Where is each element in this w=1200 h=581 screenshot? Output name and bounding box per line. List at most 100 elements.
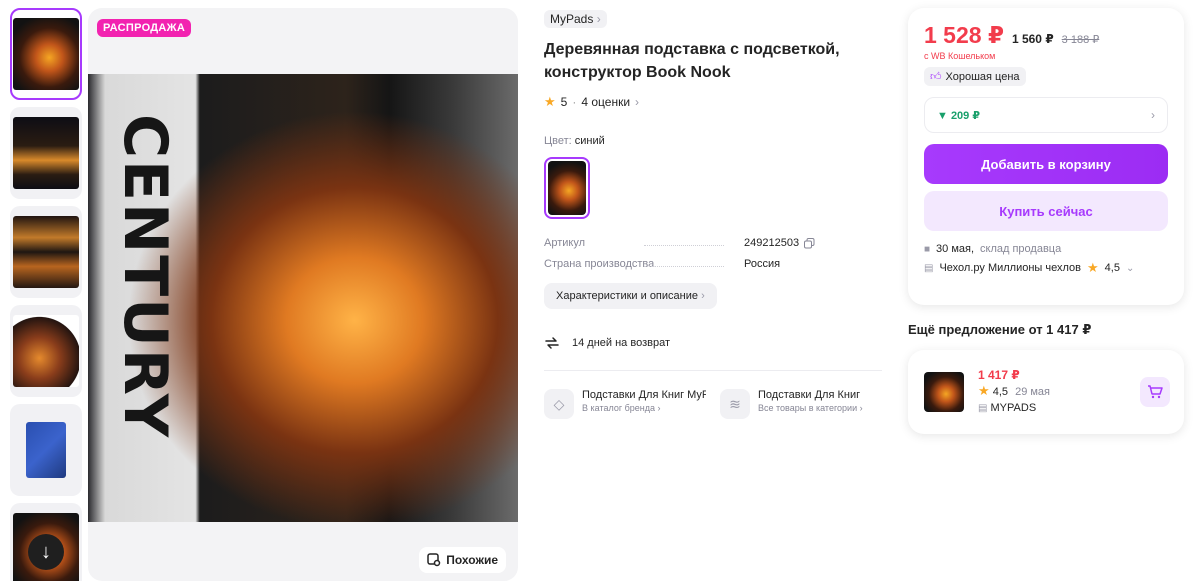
offer-seller: ▤ MYPADS	[978, 400, 1126, 417]
price-card: 1 528 ₽ 1 560 ₽ 3 188 ₽ с WB Кошельком 👍…	[908, 8, 1184, 305]
spec-value: 249212503	[744, 237, 815, 249]
layers-icon: ≋	[720, 389, 750, 419]
star-icon: ★	[978, 383, 990, 398]
chevron-right-icon: ›	[635, 95, 640, 109]
cart-icon	[1148, 385, 1163, 399]
separator-dot: ·	[572, 95, 577, 109]
brand-catalog-link[interactable]: ◇ Подставки Для Книг MyPads В каталог бр…	[544, 389, 706, 419]
buy-now-button[interactable]: Купить сейчас	[924, 191, 1168, 231]
old-price: 3 188 ₽	[1061, 34, 1100, 46]
thumbnail-image	[13, 216, 79, 288]
offer-add-to-cart-button[interactable]	[1140, 377, 1170, 407]
arrow-down-icon: ↓	[41, 540, 51, 563]
delivery-source: склад продавца	[980, 243, 1062, 255]
good-price-label: Хорошая цена	[945, 70, 1020, 83]
delivery-date: 30 мая,	[936, 243, 975, 255]
shop-icon: ▤	[924, 262, 934, 274]
product-info: MyPads › Деревянная подставка с подсветк…	[544, 10, 884, 419]
offer-seller-name: MYPADS	[990, 402, 1037, 414]
thumbs-up-icon: 👍︎	[930, 71, 942, 83]
offer-rating: 4,5	[992, 386, 1009, 398]
thumbnail-image	[26, 422, 66, 478]
other-offer-card[interactable]: 1 417 ₽ ★ 4,5 29 мая ▤ MYPADS	[908, 350, 1184, 434]
category-sub: Все товары в категории ›	[758, 403, 863, 413]
box-icon: ■	[924, 243, 931, 255]
category-name: Подставки Для Книг	[758, 389, 861, 401]
seller-info[interactable]: ▤ Чехол.ру Миллионы чехлов ★ 4,5 ⌄	[924, 260, 1168, 276]
spec-key: Артикул	[544, 237, 586, 249]
rating-row[interactable]: ★ 5 · 4 оценки ›	[544, 94, 884, 110]
other-offer-title: Ещё предложение от 1 417 ₽	[908, 322, 1092, 337]
good-price-badge: 👍︎ Хорошая цена	[924, 67, 1026, 86]
brand-link[interactable]: MyPads ›	[544, 10, 607, 28]
cashback-row[interactable]: ▼ 209 ₽ ›	[924, 97, 1168, 133]
star-icon: ★	[1087, 260, 1099, 275]
thumbnail-1[interactable]	[10, 8, 82, 100]
brand-name: MyPads	[550, 12, 594, 26]
offer-thumbnail	[924, 372, 964, 412]
regular-price: 1 560 ₽	[1011, 32, 1054, 46]
scroll-down-button[interactable]: ↓	[28, 534, 64, 570]
shop-icon: ▤	[978, 403, 988, 414]
thumbnail-image	[13, 315, 79, 387]
add-to-cart-button[interactable]: Добавить в корзину	[924, 144, 1168, 184]
divider	[544, 370, 882, 371]
spec-leader	[644, 245, 724, 246]
spec-leader	[644, 266, 724, 267]
main-product-image[interactable]: CENTURY РАСПРОДАЖА Похожие	[88, 8, 518, 581]
wallet-note: с WB Кошельком	[924, 51, 996, 61]
similar-button[interactable]: Похожие	[419, 547, 506, 573]
rating-value: 5	[560, 95, 568, 109]
offer-date: 29 мая	[1015, 386, 1051, 398]
category-link[interactable]: ≋ Подставки Для Книг Все товары в катего…	[720, 389, 882, 419]
book-spine-text: CENTURY	[110, 114, 180, 440]
similar-label: Похожие	[446, 553, 498, 567]
color-label-row: Цвет: синий	[544, 135, 884, 147]
sale-badge: РАСПРОДАЖА	[97, 19, 192, 37]
offer-info: 1 417 ₽ ★ 4,5 29 мая ▤ MYPADS	[978, 367, 1126, 417]
category-sub: В каталог бренда ›	[582, 403, 661, 413]
offer-price: 1 417 ₽	[978, 368, 1020, 382]
spec-key: Страна производства	[544, 258, 655, 270]
thumbnail-5[interactable]	[10, 404, 82, 496]
category-name: Подставки Для Книг MyPads	[582, 389, 706, 401]
tag-icon: ◇	[544, 389, 574, 419]
copy-icon[interactable]	[804, 237, 815, 249]
return-policy[interactable]: 14 дней на возврат	[544, 335, 884, 351]
thumbnail-image	[13, 117, 79, 189]
characteristics-button[interactable]: Характеристики и описание ›	[544, 283, 717, 309]
price-row: 1 528 ₽ 1 560 ₽ 3 188 ₽	[924, 22, 1168, 49]
chevron-right-icon: ›	[1151, 108, 1155, 122]
star-icon: ★	[544, 94, 556, 109]
search-image-icon	[427, 553, 441, 567]
color-option-image	[548, 161, 586, 215]
spec-row: Артикул 249212503	[544, 237, 884, 249]
reviews-count: 4 оценки	[581, 95, 631, 109]
category-links: ◇ Подставки Для Книг MyPads В каталог бр…	[544, 389, 884, 419]
product-photo: CENTURY	[88, 74, 518, 522]
seller-rating: 4,5	[1104, 262, 1120, 274]
thumbnail-4[interactable]	[10, 305, 82, 397]
offer-meta: ★ 4,5 29 мая	[978, 383, 1126, 400]
return-policy-label: 14 дней на возврат	[572, 337, 670, 349]
spec-value: Россия	[744, 258, 781, 270]
spec-row: Страна производства Россия	[544, 258, 884, 270]
return-arrows-icon	[545, 337, 559, 349]
thumbnail-image	[13, 18, 79, 90]
chevron-right-icon: ›	[596, 12, 601, 26]
chevron-down-icon: ⌄	[1125, 262, 1135, 274]
characteristics-label: Характеристики и описание	[556, 290, 698, 302]
thumbnail-list	[10, 8, 82, 581]
color-option[interactable]	[544, 157, 590, 219]
product-title: Деревянная подставка с подсветкой, конст…	[544, 41, 840, 81]
article-number: 249212503	[744, 237, 800, 249]
chevron-right-icon: ›	[701, 290, 705, 302]
wallet-price: 1 528 ₽	[924, 22, 1004, 48]
color-label: Цвет:	[544, 135, 572, 147]
thumbnail-3[interactable]	[10, 206, 82, 298]
spec-list: Артикул 249212503 Страна производства Ро…	[544, 237, 884, 270]
delivery-info: ■ 30 мая, склад продавца	[924, 243, 1168, 255]
color-value: синий	[574, 135, 605, 147]
cashback-amount: ▼ 209 ₽	[937, 109, 981, 122]
thumbnail-2[interactable]	[10, 107, 82, 199]
